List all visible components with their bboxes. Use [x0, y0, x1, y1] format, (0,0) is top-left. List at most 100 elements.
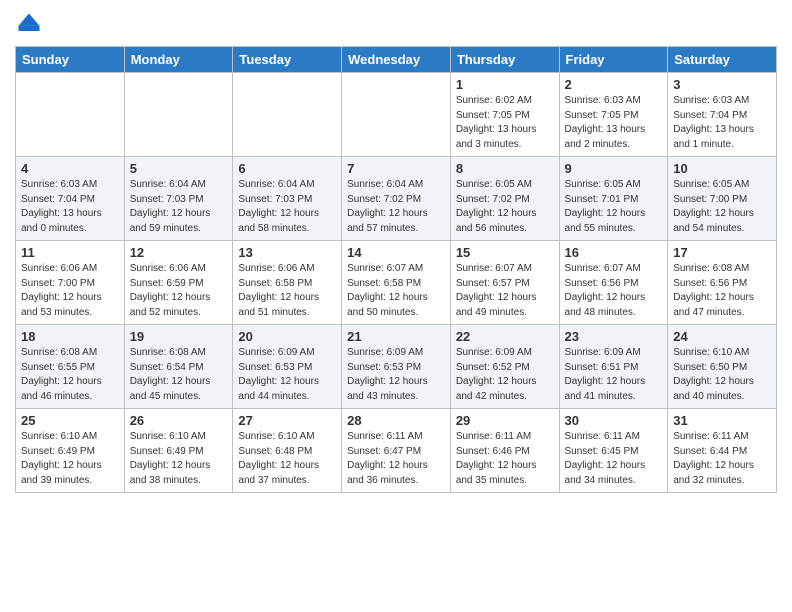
day-number: 17 — [673, 245, 771, 260]
weekday-header-saturday: Saturday — [668, 47, 777, 73]
day-number: 23 — [565, 329, 663, 344]
day-info: Sunrise: 6:04 AM Sunset: 7:03 PM Dayligh… — [238, 178, 336, 236]
day-info: Sunrise: 6:08 AM Sunset: 6:56 PM Dayligh… — [673, 262, 771, 320]
calendar-cell: 6 Sunrise: 6:04 AM Sunset: 7:03 PM Daylig… — [233, 157, 342, 241]
calendar-week-5: 25 Sunrise: 6:10 AM Sunset: 6:49 PM Dayli… — [16, 409, 777, 493]
day-info: Sunrise: 6:09 AM Sunset: 6:53 PM Dayligh… — [347, 346, 445, 404]
calendar-cell: 26Sunrise: 6:10 AM Sunset: 6:49 PM Dayli… — [124, 409, 233, 493]
day-info: Sunrise: 6:10 AM Sunset: 6:49 PM Dayligh… — [130, 430, 228, 488]
weekday-header-thursday: Thursday — [450, 47, 559, 73]
calendar-week-4: 18 Sunrise: 6:08 AM Sunset: 6:55 PM Dayli… — [16, 325, 777, 409]
day-number: 29 — [456, 413, 554, 428]
day-info: Sunrise: 6:09 AM Sunset: 6:53 PM Dayligh… — [238, 346, 336, 404]
day-number: 3 — [673, 77, 771, 92]
calendar-cell: 22 Sunrise: 6:09 AM Sunset: 6:52 PM Dayli… — [450, 325, 559, 409]
calendar-cell: 17 Sunrise: 6:08 AM Sunset: 6:56 PM Dayli… — [668, 241, 777, 325]
calendar-cell: 9 Sunrise: 6:05 AM Sunset: 7:01 PM Daylig… — [559, 157, 668, 241]
page-header — [15, 10, 777, 38]
calendar-cell — [16, 73, 125, 157]
day-info: Sunrise: 6:02 AM Sunset: 7:05 PM Dayligh… — [456, 94, 554, 152]
day-info: Sunrise: 6:09 AM Sunset: 6:52 PM Dayligh… — [456, 346, 554, 404]
weekday-header-row: SundayMondayTuesdayWednesdayThursdayFrid… — [16, 47, 777, 73]
day-info: Sunrise: 6:04 AM Sunset: 7:02 PM Dayligh… — [347, 178, 445, 236]
day-number: 25 — [21, 413, 119, 428]
day-info: Sunrise: 6:05 AM Sunset: 7:02 PM Dayligh… — [456, 178, 554, 236]
calendar-cell: 2 Sunrise: 6:03 AM Sunset: 7:05 PM Daylig… — [559, 73, 668, 157]
calendar-cell: 12Sunrise: 6:06 AM Sunset: 6:59 PM Dayli… — [124, 241, 233, 325]
day-info: Sunrise: 6:07 AM Sunset: 6:56 PM Dayligh… — [565, 262, 663, 320]
weekday-header-wednesday: Wednesday — [342, 47, 451, 73]
day-number: 20 — [238, 329, 336, 344]
day-info: Sunrise: 6:11 AM Sunset: 6:47 PM Dayligh… — [347, 430, 445, 488]
weekday-header-friday: Friday — [559, 47, 668, 73]
day-number: 24 — [673, 329, 771, 344]
calendar-cell: 1 Sunrise: 6:02 AM Sunset: 7:05 PM Daylig… — [450, 73, 559, 157]
calendar-week-2: 4 Sunrise: 6:03 AM Sunset: 7:04 PM Daylig… — [16, 157, 777, 241]
weekday-header-monday: Monday — [124, 47, 233, 73]
day-info: Sunrise: 6:06 AM Sunset: 6:59 PM Dayligh… — [130, 262, 228, 320]
day-number: 27 — [238, 413, 336, 428]
calendar-cell: 27Sunrise: 6:10 AM Sunset: 6:48 PM Dayli… — [233, 409, 342, 493]
calendar-cell: 11 Sunrise: 6:06 AM Sunset: 7:00 PM Dayli… — [16, 241, 125, 325]
day-number: 15 — [456, 245, 554, 260]
day-number: 8 — [456, 161, 554, 176]
calendar-cell: 18 Sunrise: 6:08 AM Sunset: 6:55 PM Dayli… — [16, 325, 125, 409]
day-info: Sunrise: 6:11 AM Sunset: 6:44 PM Dayligh… — [673, 430, 771, 488]
day-info: Sunrise: 6:07 AM Sunset: 6:57 PM Dayligh… — [456, 262, 554, 320]
calendar-cell — [342, 73, 451, 157]
calendar-cell: 21Sunrise: 6:09 AM Sunset: 6:53 PM Dayli… — [342, 325, 451, 409]
calendar-week-3: 11 Sunrise: 6:06 AM Sunset: 7:00 PM Dayli… — [16, 241, 777, 325]
day-info: Sunrise: 6:10 AM Sunset: 6:50 PM Dayligh… — [673, 346, 771, 404]
calendar-cell: 3 Sunrise: 6:03 AM Sunset: 7:04 PM Daylig… — [668, 73, 777, 157]
day-info: Sunrise: 6:03 AM Sunset: 7:04 PM Dayligh… — [21, 178, 119, 236]
day-info: Sunrise: 6:09 AM Sunset: 6:51 PM Dayligh… — [565, 346, 663, 404]
calendar-cell: 4 Sunrise: 6:03 AM Sunset: 7:04 PM Daylig… — [16, 157, 125, 241]
day-number: 4 — [21, 161, 119, 176]
calendar-cell: 25 Sunrise: 6:10 AM Sunset: 6:49 PM Dayli… — [16, 409, 125, 493]
calendar-cell — [233, 73, 342, 157]
day-info: Sunrise: 6:05 AM Sunset: 7:01 PM Dayligh… — [565, 178, 663, 236]
day-info: Sunrise: 6:10 AM Sunset: 6:49 PM Dayligh… — [21, 430, 119, 488]
calendar-cell: 24 Sunrise: 6:10 AM Sunset: 6:50 PM Dayli… — [668, 325, 777, 409]
calendar-cell: 10Sunrise: 6:05 AM Sunset: 7:00 PM Dayli… — [668, 157, 777, 241]
calendar-cell: 14Sunrise: 6:07 AM Sunset: 6:58 PM Dayli… — [342, 241, 451, 325]
calendar-week-1: 1 Sunrise: 6:02 AM Sunset: 7:05 PM Daylig… — [16, 73, 777, 157]
day-info: Sunrise: 6:11 AM Sunset: 6:46 PM Dayligh… — [456, 430, 554, 488]
day-number: 9 — [565, 161, 663, 176]
day-number: 6 — [238, 161, 336, 176]
day-number: 1 — [456, 77, 554, 92]
day-number: 7 — [347, 161, 445, 176]
day-number: 2 — [565, 77, 663, 92]
day-number: 14 — [347, 245, 445, 260]
calendar-cell: 30Sunrise: 6:11 AM Sunset: 6:45 PM Dayli… — [559, 409, 668, 493]
day-info: Sunrise: 6:03 AM Sunset: 7:04 PM Dayligh… — [673, 94, 771, 152]
calendar-cell: 7 Sunrise: 6:04 AM Sunset: 7:02 PM Daylig… — [342, 157, 451, 241]
day-number: 11 — [21, 245, 119, 260]
day-number: 16 — [565, 245, 663, 260]
calendar-cell: 16 Sunrise: 6:07 AM Sunset: 6:56 PM Dayli… — [559, 241, 668, 325]
calendar-cell: 5 Sunrise: 6:04 AM Sunset: 7:03 PM Daylig… — [124, 157, 233, 241]
calendar-cell: 23 Sunrise: 6:09 AM Sunset: 6:51 PM Dayli… — [559, 325, 668, 409]
weekday-header-tuesday: Tuesday — [233, 47, 342, 73]
calendar-cell: 19Sunrise: 6:08 AM Sunset: 6:54 PM Dayli… — [124, 325, 233, 409]
weekday-header-sunday: Sunday — [16, 47, 125, 73]
day-number: 28 — [347, 413, 445, 428]
day-number: 5 — [130, 161, 228, 176]
calendar-cell: 29 Sunrise: 6:11 AM Sunset: 6:46 PM Dayli… — [450, 409, 559, 493]
day-number: 18 — [21, 329, 119, 344]
logo-icon — [15, 10, 43, 38]
calendar-table: SundayMondayTuesdayWednesdayThursdayFrid… — [15, 46, 777, 493]
day-info: Sunrise: 6:08 AM Sunset: 6:55 PM Dayligh… — [21, 346, 119, 404]
day-info: Sunrise: 6:04 AM Sunset: 7:03 PM Dayligh… — [130, 178, 228, 236]
calendar-cell: 13 Sunrise: 6:06 AM Sunset: 6:58 PM Dayli… — [233, 241, 342, 325]
day-info: Sunrise: 6:05 AM Sunset: 7:00 PM Dayligh… — [673, 178, 771, 236]
logo — [15, 10, 47, 38]
day-number: 13 — [238, 245, 336, 260]
day-info: Sunrise: 6:06 AM Sunset: 7:00 PM Dayligh… — [21, 262, 119, 320]
calendar-cell: 15 Sunrise: 6:07 AM Sunset: 6:57 PM Dayli… — [450, 241, 559, 325]
day-info: Sunrise: 6:06 AM Sunset: 6:58 PM Dayligh… — [238, 262, 336, 320]
day-number: 31 — [673, 413, 771, 428]
day-info: Sunrise: 6:03 AM Sunset: 7:05 PM Dayligh… — [565, 94, 663, 152]
day-info: Sunrise: 6:08 AM Sunset: 6:54 PM Dayligh… — [130, 346, 228, 404]
day-number: 22 — [456, 329, 554, 344]
